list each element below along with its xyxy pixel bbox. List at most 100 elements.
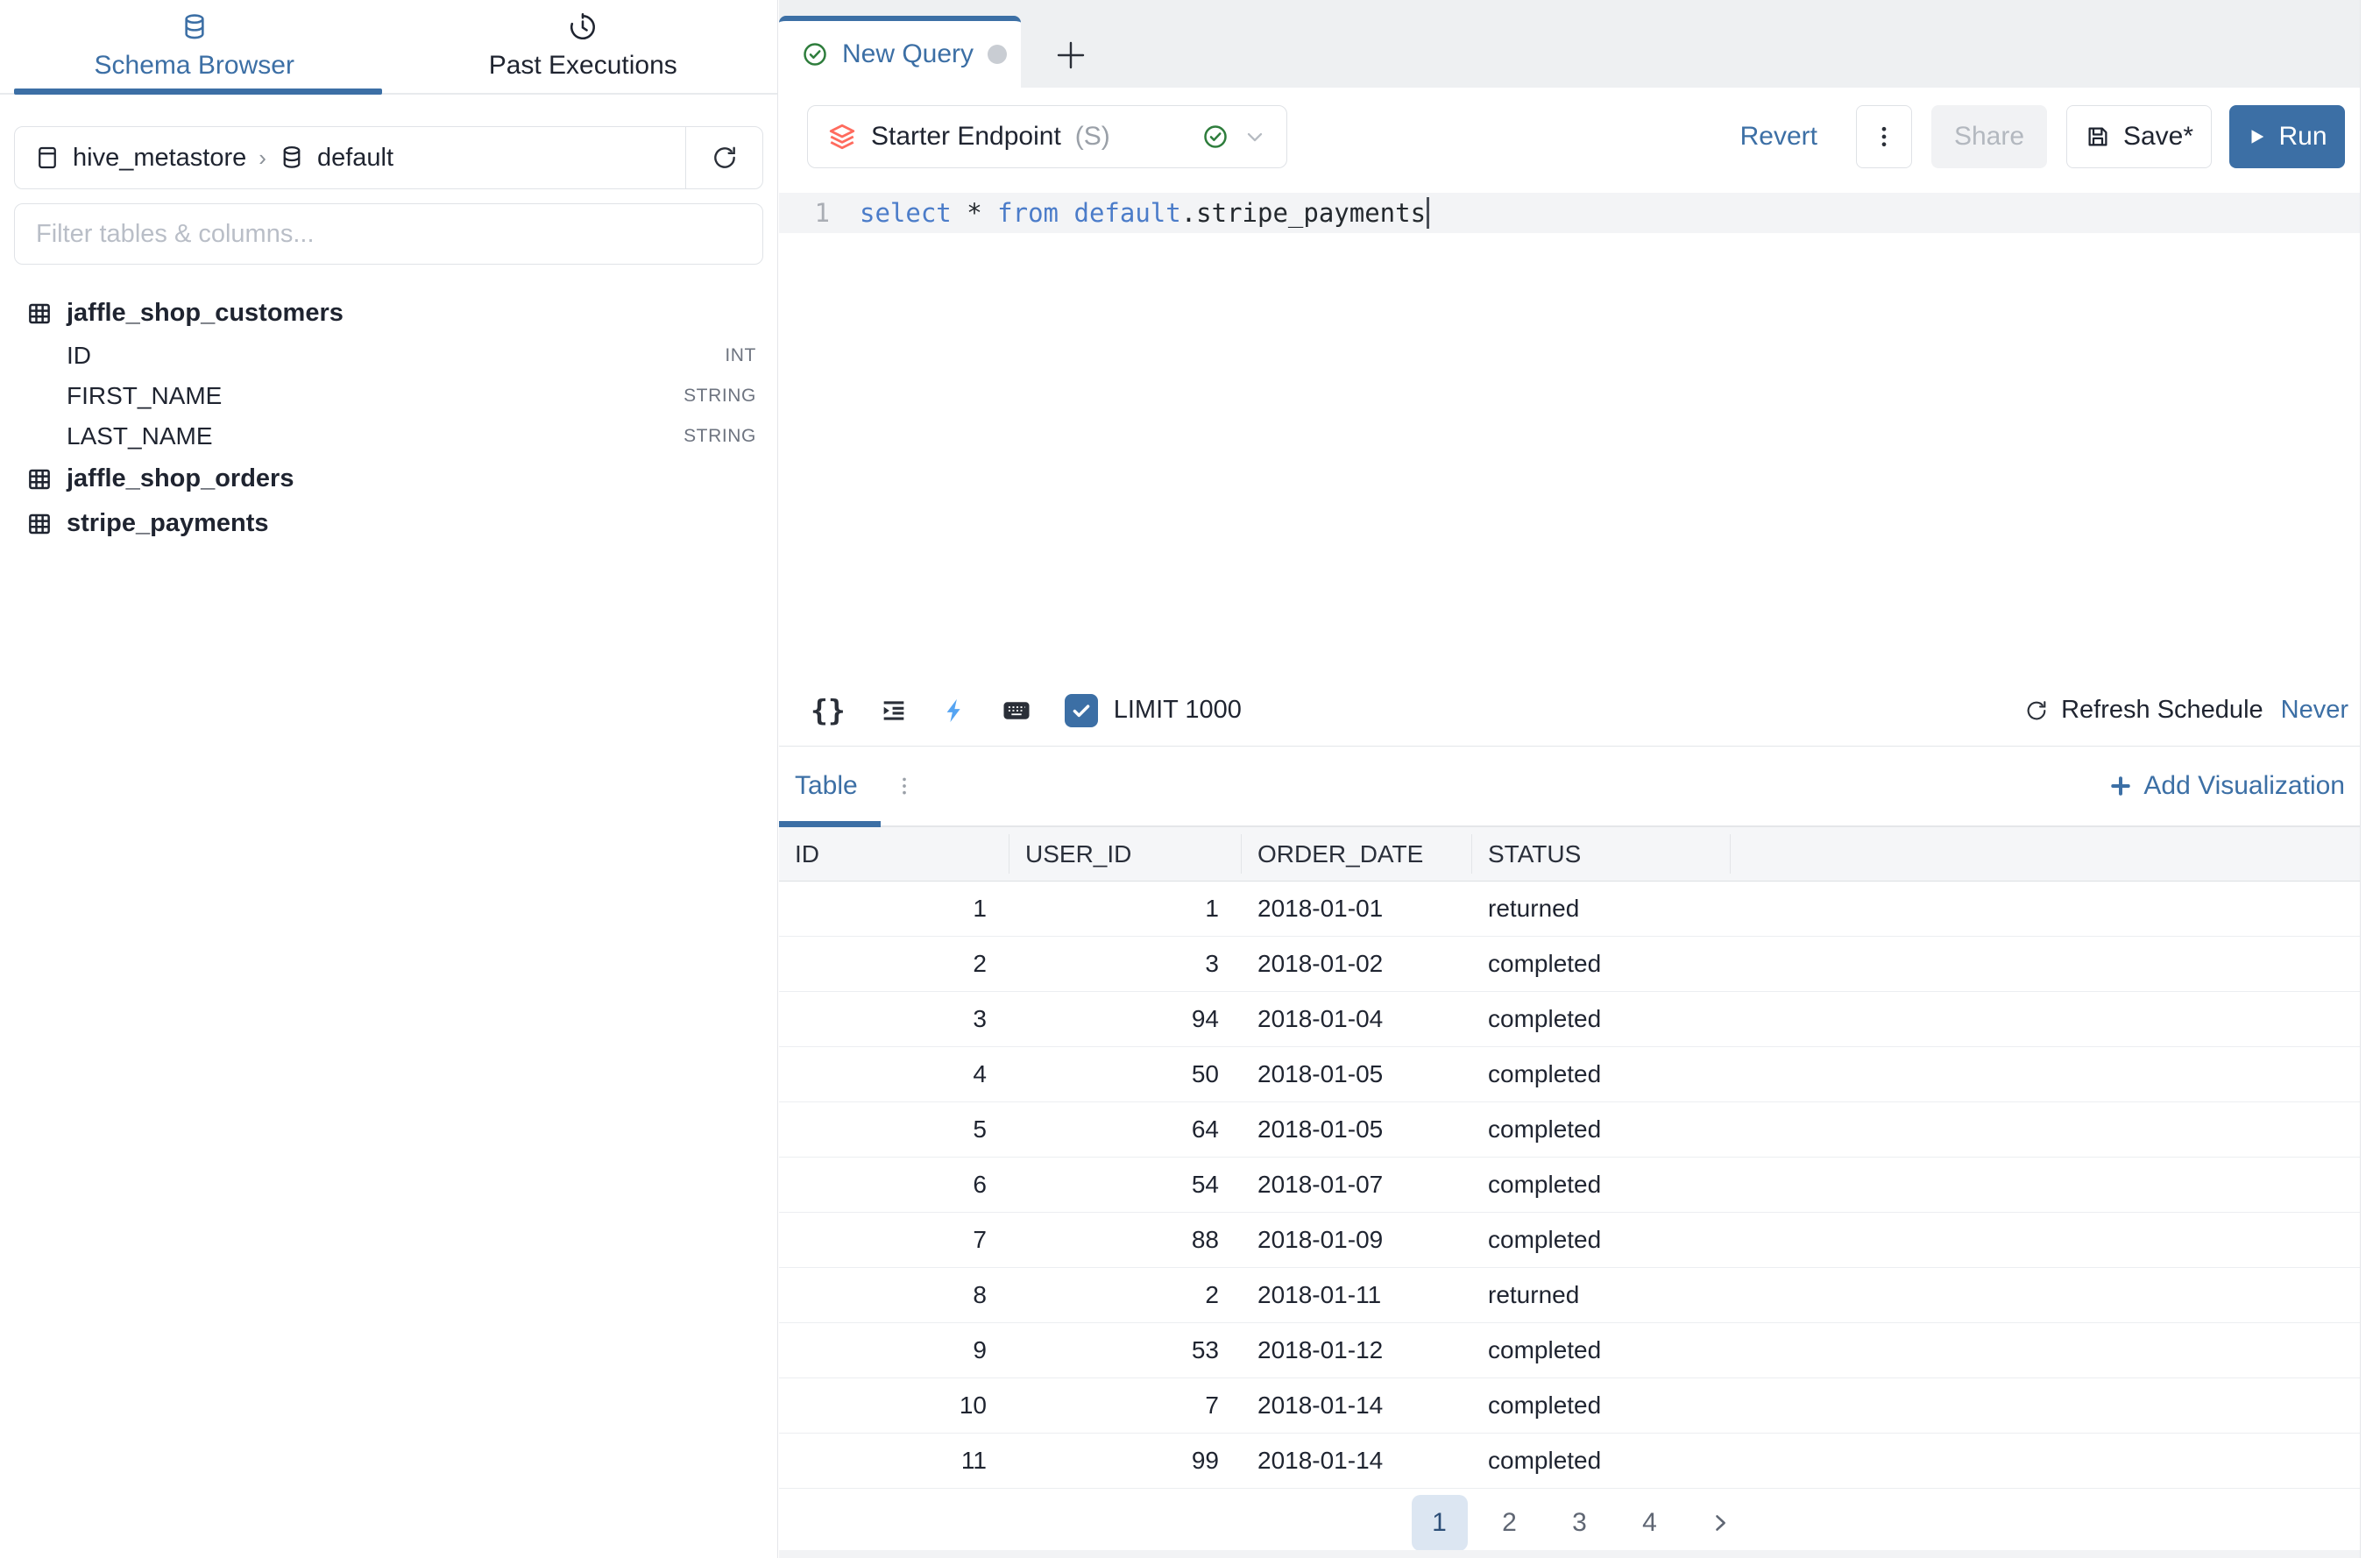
column-type: STRING: [684, 386, 756, 407]
line-number: 1: [779, 198, 830, 228]
table-cell: 2018-01-05: [1242, 1102, 1472, 1157]
table-tab-label: Table: [795, 771, 858, 801]
table-tab-menu-icon[interactable]: [893, 775, 916, 797]
sidebar-tabs: Schema Browser Past Executions: [0, 0, 777, 95]
vertical-scrollbar[interactable]: [2360, 0, 2380, 1558]
table-cell: 2018-01-11: [1242, 1268, 1472, 1322]
table-cell: completed: [1472, 1047, 1731, 1101]
table-row: 1072018-01-14completed: [779, 1378, 2380, 1434]
table-tree-item[interactable]: jaffle_shop_customers: [0, 291, 777, 336]
more-actions-button[interactable]: [1856, 105, 1912, 168]
new-tab-button[interactable]: [1052, 37, 1089, 74]
tab-schema-browser[interactable]: Schema Browser: [0, 0, 389, 93]
code-token: [982, 198, 997, 228]
breadcrumb-path[interactable]: hive_metastore › default: [15, 144, 685, 173]
table-cell: completed: [1472, 1323, 1731, 1377]
refresh-icon: [711, 144, 739, 172]
run-label: Run: [2278, 122, 2327, 152]
page-button-4[interactable]: 4: [1622, 1495, 1678, 1551]
query-tab-new-query[interactable]: New Query: [779, 16, 1021, 88]
breadcrumb: hive_metastore › default: [14, 126, 763, 189]
table-tree-item[interactable]: stripe_payments: [0, 501, 777, 546]
share-button[interactable]: Share: [1931, 105, 2047, 168]
refresh-schedule-label: Refresh Schedule: [2061, 696, 2263, 725]
table-row: 3942018-01-04completed: [779, 992, 2380, 1047]
kebab-menu-icon: [1871, 124, 1897, 150]
editor-toolbar: {} LIMIT 1000 R: [779, 675, 2380, 747]
table-cell: completed: [1472, 1102, 1731, 1157]
table-cell-filler: [1731, 1102, 2380, 1157]
results-tab-bar: Table Add Visualization: [779, 747, 2380, 827]
table-cell: 7: [1009, 1378, 1242, 1433]
add-visualization-button[interactable]: Add Visualization: [2108, 771, 2345, 801]
code-token: default: [1073, 198, 1180, 228]
tab-label: Past Executions: [489, 51, 677, 81]
column-name: FIRST_NAME: [67, 382, 222, 410]
table-cell: 99: [1009, 1434, 1242, 1488]
refresh-schema-button[interactable]: [685, 127, 762, 188]
table-cell-filler: [1731, 992, 2380, 1046]
column-tree-item[interactable]: FIRST_NAME STRING: [0, 376, 777, 416]
table-cell: completed: [1472, 937, 1731, 991]
table-row: 822018-01-11returned: [779, 1268, 2380, 1323]
table-cell: 4: [779, 1047, 1009, 1101]
revert-button[interactable]: Revert: [1740, 122, 1817, 152]
table-cell: completed: [1472, 1158, 1731, 1212]
column-header-status[interactable]: STATUS: [1472, 827, 1731, 881]
next-page-button[interactable]: [1692, 1495, 1748, 1551]
column-type: INT: [725, 345, 756, 366]
table-cell: 2018-01-05: [1242, 1047, 1472, 1101]
run-button[interactable]: Run: [2229, 105, 2345, 168]
pagination: 1234: [779, 1489, 2380, 1557]
save-label: Save*: [2123, 122, 2193, 152]
sql-editor[interactable]: 1 select * from default.stripe_payments: [779, 193, 2380, 675]
table-grid-icon: [26, 511, 53, 537]
table-grid-icon: [26, 301, 53, 327]
table-cell: 2018-01-14: [1242, 1378, 1472, 1433]
page-button-2[interactable]: 2: [1482, 1495, 1538, 1551]
table-row: 5642018-01-05completed: [779, 1102, 2380, 1158]
schema-tree: jaffle_shop_customersIDINT FIRST_NAME STRI…: [0, 291, 777, 546]
refresh-schedule-value[interactable]: Never: [2281, 696, 2348, 725]
table-cell: returned: [1472, 882, 1731, 936]
save-button[interactable]: Save*: [2066, 105, 2212, 168]
limit-checkbox[interactable]: [1065, 694, 1098, 727]
column-header-order_date[interactable]: ORDER_DATE: [1242, 827, 1472, 881]
code-token: [952, 198, 967, 228]
endpoint-size: (S): [1075, 122, 1110, 152]
table-cell: completed: [1472, 1434, 1731, 1488]
indent-icon[interactable]: [879, 696, 909, 726]
lightning-icon[interactable]: [942, 698, 968, 724]
keyboard-icon[interactable]: [1002, 696, 1031, 726]
schema-icon: [279, 145, 305, 171]
query-tab-label: New Query: [842, 39, 974, 69]
column-tree-item[interactable]: LAST_NAMESTRING: [0, 416, 777, 457]
tab-table[interactable]: Table: [779, 747, 881, 825]
page-button-3[interactable]: 3: [1552, 1495, 1608, 1551]
column-header-user_id[interactable]: USER_ID: [1009, 827, 1242, 881]
table-cell: 2: [779, 937, 1009, 991]
table-cell: 10: [779, 1378, 1009, 1433]
column-type: STRING: [684, 426, 756, 447]
column-tree-item[interactable]: IDINT: [0, 336, 777, 376]
code-token: select: [860, 198, 952, 228]
table-cell: 64: [1009, 1102, 1242, 1157]
table-cell: 1: [779, 882, 1009, 936]
table-row: 6542018-01-07completed: [779, 1158, 2380, 1213]
table-cell: completed: [1472, 992, 1731, 1046]
breadcrumb-catalog[interactable]: hive_metastore: [73, 144, 246, 173]
filter-input[interactable]: [14, 203, 763, 265]
breadcrumb-schema[interactable]: default: [317, 144, 393, 173]
table-grid-icon: [26, 466, 53, 492]
table-tree-item[interactable]: jaffle_shop_orders: [0, 457, 777, 501]
page-button-1[interactable]: 1: [1412, 1495, 1468, 1551]
chevron-down-icon: [1243, 124, 1267, 149]
column-header-filler: [1731, 827, 2380, 881]
tab-past-executions[interactable]: Past Executions: [389, 0, 778, 93]
endpoint-selector[interactable]: Starter Endpoint (S): [807, 105, 1287, 168]
table-cell: 2018-01-07: [1242, 1158, 1472, 1212]
format-braces-icon[interactable]: {}: [811, 693, 846, 727]
column-header-id[interactable]: ID: [779, 827, 1009, 881]
table-cell-filler: [1731, 1047, 2380, 1101]
table-cell: completed: [1472, 1213, 1731, 1267]
